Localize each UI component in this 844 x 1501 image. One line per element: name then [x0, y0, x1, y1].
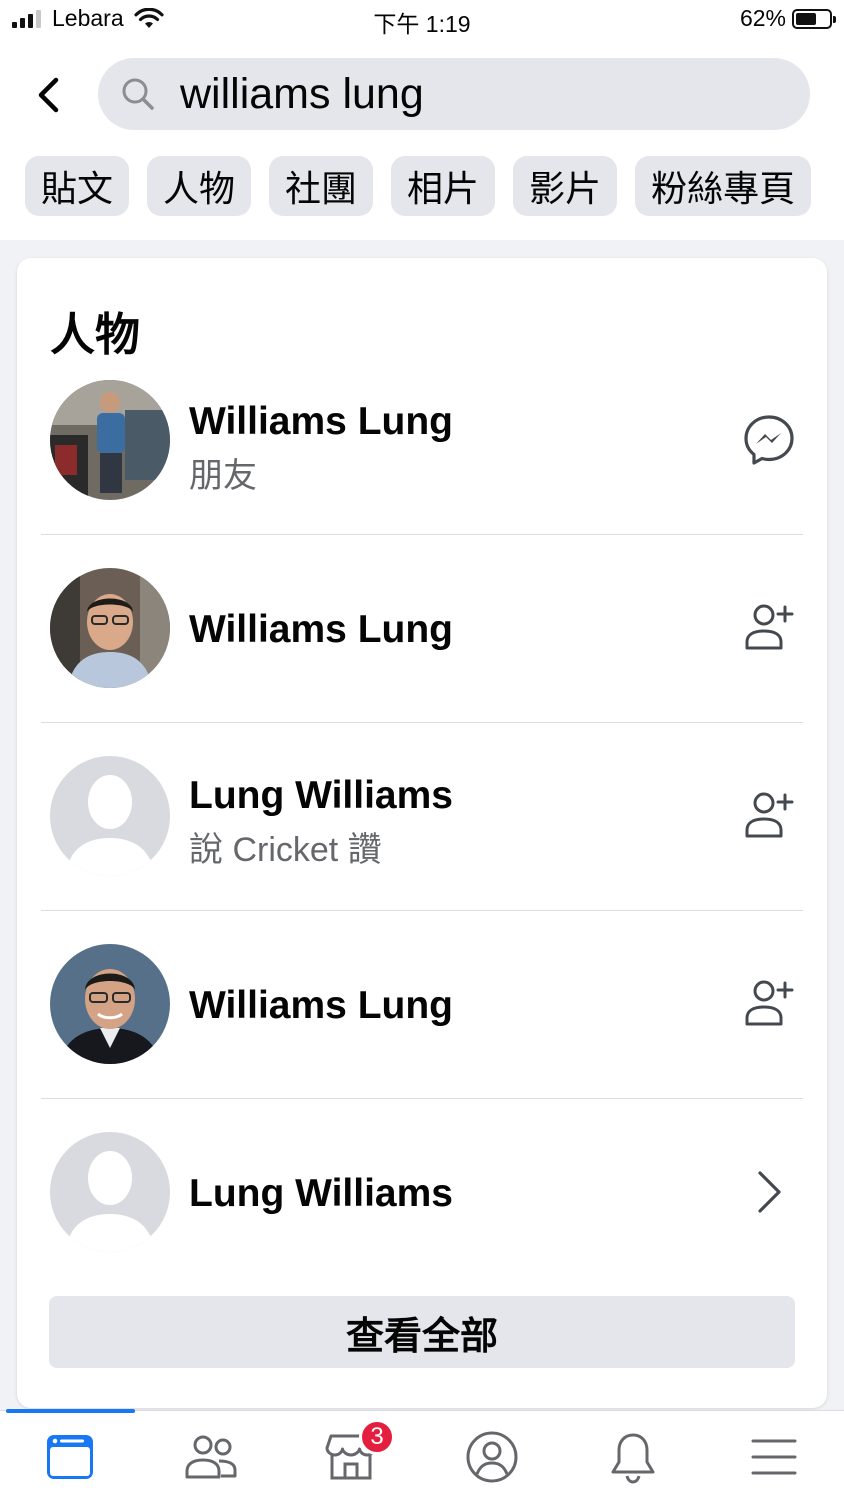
tab-news-feed[interactable] [40, 1427, 100, 1487]
filter-chip-photos[interactable]: 相片 [391, 156, 496, 216]
filter-chip-pages[interactable]: 粉絲專頁 [635, 156, 812, 216]
profile-icon [466, 1431, 518, 1483]
person-result-row[interactable]: Williams Lung 朋友 [17, 358, 827, 546]
profile-photo-icon [50, 568, 170, 688]
default-avatar-icon [50, 1132, 170, 1252]
avatar[interactable] [50, 1132, 170, 1252]
search-query: williams lung [180, 69, 424, 118]
top-header: Lebara 下午 1:19 62% williams lung 貼文 人物 社… [0, 0, 844, 240]
battery-icon [792, 8, 836, 29]
chevron-right-icon [758, 1171, 781, 1213]
notification-badge: 3 [359, 1419, 395, 1455]
active-tab-indicator [6, 1409, 135, 1413]
person-subtitle: 朋友 [189, 457, 257, 495]
section-title: 人物 [50, 309, 141, 360]
person-result-row[interactable]: Lung Williams [17, 1098, 827, 1286]
person-name: Williams Lung [189, 608, 453, 651]
open-profile-button[interactable] [741, 1164, 797, 1220]
filter-chip-videos[interactable]: 影片 [513, 156, 618, 216]
filter-chip-groups[interactable]: 社團 [269, 156, 374, 216]
back-button[interactable] [26, 70, 70, 120]
add-friend-button[interactable] [741, 976, 797, 1032]
search-icon [122, 78, 154, 110]
clock: 下午 1:19 [373, 11, 471, 37]
profile-photo-icon [50, 944, 170, 1064]
people-results-card: 人物 Williams Lung 朋友 Williams Lung Lung W… [17, 258, 827, 1408]
filter-chips: 貼文 人物 社團 相片 影片 粉絲專頁 [25, 156, 829, 216]
chevron-left-icon [38, 77, 59, 113]
add-friend-icon [745, 792, 794, 838]
person-subtitle: 說 Cricket 讚 [189, 831, 382, 869]
friends-icon [185, 1435, 237, 1479]
news-feed-icon [47, 1435, 93, 1479]
bottom-tab-bar: 3 [0, 1409, 844, 1501]
avatar[interactable] [50, 380, 170, 500]
menu-icon [751, 1439, 797, 1475]
messenger-icon [744, 415, 794, 465]
person-name: Lung Williams [189, 1172, 453, 1215]
person-result-row[interactable]: Lung Williams 說 Cricket 讚 [17, 722, 827, 910]
person-name: Williams Lung [189, 984, 453, 1027]
add-friend-icon [745, 980, 794, 1026]
profile-photo-icon [50, 380, 170, 500]
bell-icon [611, 1433, 655, 1484]
tab-notifications[interactable] [603, 1427, 663, 1487]
add-friend-button[interactable] [741, 600, 797, 656]
tab-friends[interactable] [181, 1427, 241, 1487]
person-result-row[interactable]: Williams Lung [17, 534, 827, 722]
filter-chip-people[interactable]: 人物 [147, 156, 252, 216]
tab-profile[interactable] [462, 1427, 522, 1487]
default-avatar-icon [50, 756, 170, 876]
tab-menu[interactable] [744, 1427, 804, 1487]
avatar[interactable] [50, 756, 170, 876]
see-all-button[interactable]: 查看全部 [49, 1296, 795, 1368]
add-friend-icon [745, 604, 794, 650]
avatar[interactable] [50, 568, 170, 688]
search-input[interactable]: williams lung [98, 58, 810, 130]
messenger-button[interactable] [741, 412, 797, 468]
avatar[interactable] [50, 944, 170, 1064]
battery-area: 62% [739, 5, 836, 32]
person-name: Williams Lung [189, 400, 453, 443]
tab-marketplace[interactable]: 3 [321, 1419, 395, 1487]
person-result-row[interactable]: Williams Lung [17, 910, 827, 1098]
filter-chip-posts[interactable]: 貼文 [25, 156, 130, 216]
person-name: Lung Williams [189, 774, 453, 817]
status-bar: Lebara 下午 1:19 62% [0, 0, 844, 40]
add-friend-button[interactable] [741, 788, 797, 844]
battery-percent: 62% [739, 5, 786, 31]
